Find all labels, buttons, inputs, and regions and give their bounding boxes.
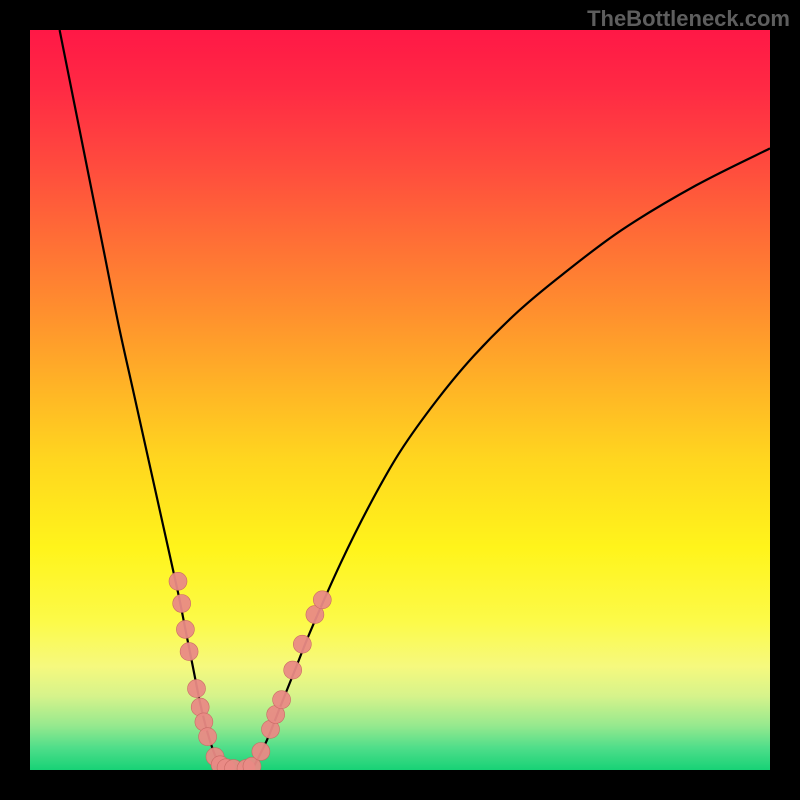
marker-left-7 (199, 728, 217, 746)
marker-left-4 (188, 680, 206, 698)
marker-left-3 (180, 643, 198, 661)
marker-left-2 (176, 620, 194, 638)
marker-right-6 (284, 661, 302, 679)
watermark-text: TheBottleneck.com (587, 6, 790, 32)
marker-left-0 (169, 572, 187, 590)
plot-area (30, 30, 770, 770)
marker-left-1 (173, 595, 191, 613)
marker-right-7 (293, 635, 311, 653)
curve-group (60, 30, 770, 770)
marker-right-2 (252, 743, 270, 761)
chart-container: TheBottleneck.com (0, 0, 800, 800)
marker-right-5 (273, 691, 291, 709)
curve-left-curve (60, 30, 223, 770)
curve-right-curve (252, 148, 770, 770)
chart-svg (30, 30, 770, 770)
marker-right-9 (313, 591, 331, 609)
